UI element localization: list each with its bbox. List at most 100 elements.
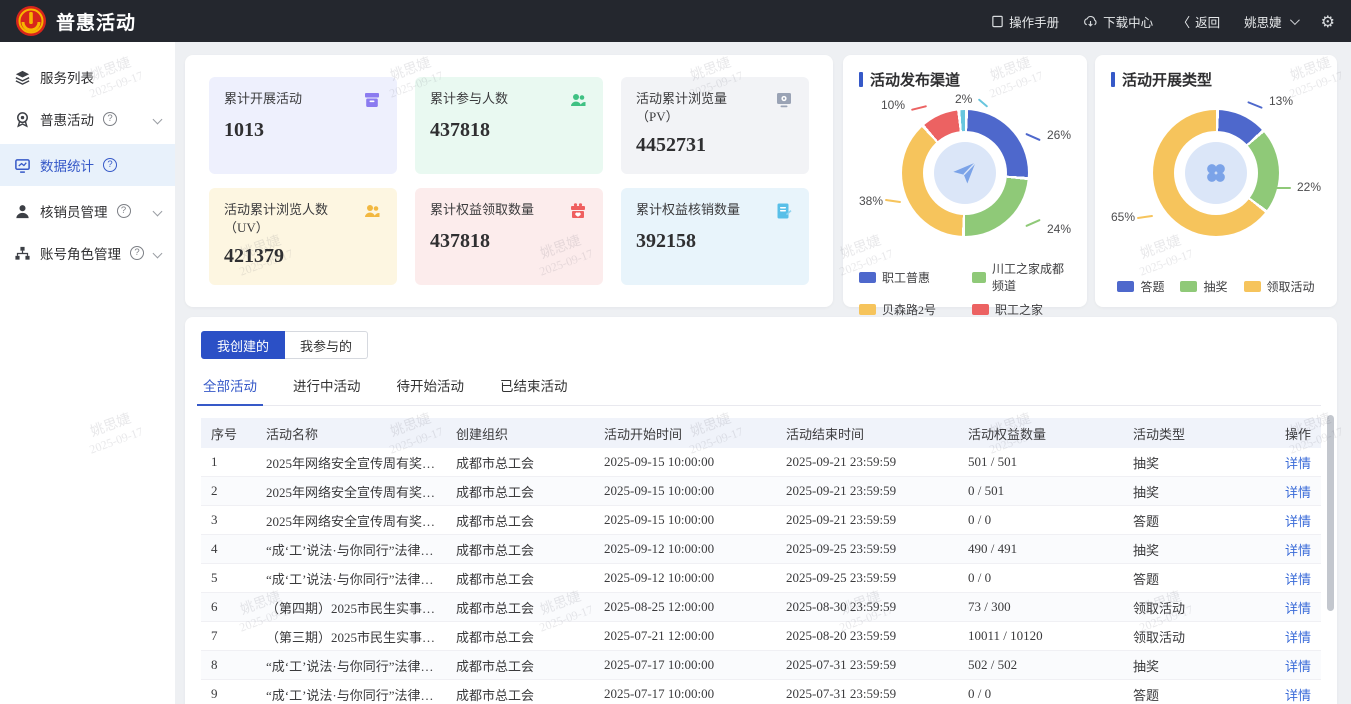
legend-item[interactable]: 职工普惠 [859, 260, 958, 294]
sidebar: 服务列表 普惠活动 ? 数据统计 ? 核销员管理 ? 账号角色管理 ? [0, 42, 175, 704]
cell-no: 4 [201, 541, 256, 557]
filter-tabs: 全部活动 进行中活动 待开始活动 已结束活动 [201, 375, 1321, 406]
document-icon [991, 15, 1004, 28]
sidebar-item-verifier-management[interactable]: 核销员管理 ? [0, 190, 175, 232]
pct-label: 2% [955, 92, 972, 106]
tab-participated[interactable]: 我参与的 [285, 331, 368, 359]
col-action: 操作 [1275, 424, 1321, 443]
cell-end: 2025-09-25 23:59:59 [776, 541, 958, 557]
detail-link[interactable]: 详情 [1285, 572, 1311, 587]
chart-panel-channels: 活动发布渠道 2% 10% 26% 24% 38% 职工普惠川工之家成都频道贝森… [843, 55, 1087, 307]
legend-item[interactable]: 答题 [1117, 278, 1164, 295]
detail-link[interactable]: 详情 [1285, 456, 1311, 471]
table-header: 序号 活动名称 创建组织 活动开始时间 活动结束时间 活动权益数量 活动类型 操… [201, 418, 1321, 448]
stat-total-pv: 活动累计浏览量（PV） 4452731 [621, 77, 809, 174]
table-row: 22025年网络安全宣传周有奖答题…成都市总工会2025-09-15 10:00… [201, 477, 1321, 506]
stat-value: 421379 [224, 245, 382, 268]
help-icon[interactable]: ? [130, 246, 144, 260]
cell-quota: 73 / 300 [958, 599, 1123, 615]
legend-label: 领取活动 [1267, 278, 1315, 295]
download-label: 下载中心 [1103, 12, 1153, 31]
settings-gear-icon[interactable]: ⚙ [1321, 12, 1335, 31]
col-start-time: 活动开始时间 [594, 424, 776, 443]
detail-link[interactable]: 详情 [1285, 514, 1311, 529]
table-row: 5“成‘工’说法·与你同行”法律知识…成都市总工会2025-09-12 10:0… [201, 564, 1321, 593]
username: 姚思婕 [1244, 12, 1282, 31]
table-row: 6（第四期）2025市民生实事向新…成都市总工会2025-08-25 12:00… [201, 593, 1321, 622]
download-center-button[interactable]: 下载中心 [1083, 12, 1153, 31]
cell-start: 2025-09-15 10:00:00 [594, 483, 776, 499]
cell-end: 2025-09-21 23:59:59 [776, 454, 958, 470]
help-icon[interactable]: ? [117, 204, 131, 218]
stat-total-uv: 活动累计浏览人数（UV） 421379 [209, 188, 397, 285]
table-body: 12025年网络安全宣传周有奖答题…成都市总工会2025-09-15 10:00… [201, 448, 1321, 704]
cell-no: 6 [201, 599, 256, 615]
cell-name: （第三期）2025市民生实事向新… [256, 627, 446, 646]
donut-chart-types: 13% 22% 65% [1111, 94, 1321, 252]
col-activity-name: 活动名称 [256, 424, 446, 443]
cell-type: 抽奖 [1123, 656, 1275, 675]
topbar: 普惠活动 操作手册 下载中心 〈 返回 姚思婕 ⚙ [0, 0, 1351, 42]
cell-org: 成都市总工会 [446, 569, 594, 588]
cell-type: 领取活动 [1123, 627, 1275, 646]
pct-label: 26% [1047, 128, 1071, 142]
legend-label: 职工之家 [995, 301, 1043, 318]
cell-org: 成都市总工会 [446, 511, 594, 530]
pct-label: 13% [1269, 94, 1293, 108]
stat-total-activities: 累计开展活动 1013 [209, 77, 397, 174]
legend-item[interactable]: 川工之家成都频道 [972, 260, 1071, 294]
detail-link[interactable]: 详情 [1285, 601, 1311, 616]
cell-type: 答题 [1123, 685, 1275, 704]
sidebar-item-account-role-management[interactable]: 账号角色管理 ? [0, 232, 175, 274]
cell-type: 答题 [1123, 511, 1275, 530]
cell-quota: 501 / 501 [958, 454, 1123, 470]
tab-ongoing-activities[interactable]: 进行中活动 [293, 375, 361, 405]
legend-item[interactable]: 抽奖 [1180, 278, 1227, 295]
legend-swatch [859, 304, 876, 315]
cell-org: 成都市总工会 [446, 540, 594, 559]
col-org: 创建组织 [446, 424, 594, 443]
table-row: 12025年网络安全宣传周有奖答题…成都市总工会2025-09-15 10:00… [201, 448, 1321, 477]
sidebar-item-service-list[interactable]: 服务列表 [0, 56, 175, 98]
help-icon[interactable]: ? [103, 158, 117, 172]
stat-total-redeemed: 累计权益核销数量 392158 [621, 188, 809, 285]
cell-name: 2025年网络安全宣传周有奖答题… [256, 511, 446, 530]
detail-link[interactable]: 详情 [1285, 659, 1311, 674]
legend-item[interactable]: 领取活动 [1244, 278, 1315, 295]
detail-link[interactable]: 详情 [1285, 485, 1311, 500]
cell-quota: 0 / 0 [958, 512, 1123, 528]
leader-line [1247, 101, 1263, 109]
legend-item[interactable]: 职工之家 [972, 301, 1071, 318]
scrollbar-thumb[interactable] [1327, 415, 1334, 611]
monitor-icon [774, 90, 794, 110]
tab-created-by-me[interactable]: 我创建的 [201, 331, 285, 359]
manual-button[interactable]: 操作手册 [991, 12, 1059, 31]
cell-type: 抽奖 [1123, 453, 1275, 472]
users-icon [362, 201, 382, 221]
sidebar-item-puhui-activity[interactable]: 普惠活动 ? [0, 98, 175, 140]
tab-upcoming-activities[interactable]: 待开始活动 [397, 375, 465, 405]
sidebar-item-data-statistics[interactable]: 数据统计 ? [0, 144, 175, 186]
back-button[interactable]: 〈 返回 [1177, 12, 1220, 31]
tab-all-activities[interactable]: 全部活动 [203, 375, 257, 405]
stats-panel: 累计开展活动 1013 累计参与人数 437818 活动累计浏览量（PV） 44… [185, 55, 833, 307]
detail-link[interactable]: 详情 [1285, 630, 1311, 645]
sidebar-item-label: 普惠活动 [40, 109, 94, 129]
gift-icon [568, 201, 588, 221]
legend-item[interactable]: 贝森路2号 [859, 301, 958, 318]
chevron-down-icon [153, 248, 163, 258]
cell-quota: 0 / 0 [958, 686, 1123, 702]
cell-end: 2025-09-25 23:59:59 [776, 570, 958, 586]
chevron-down-icon [1290, 15, 1300, 25]
help-icon[interactable]: ? [103, 112, 117, 126]
table-row: 9“成‘工’说法·与你同行”法律知识…成都市总工会2025-07-17 10:0… [201, 680, 1321, 704]
pct-label: 65% [1111, 210, 1135, 224]
user-menu[interactable]: 姚思婕 [1244, 12, 1297, 31]
legend-label: 川工之家成都频道 [992, 260, 1071, 294]
detail-link[interactable]: 详情 [1285, 543, 1311, 558]
detail-link[interactable]: 详情 [1285, 688, 1311, 703]
legend-label: 抽奖 [1203, 278, 1227, 295]
chart-title-text: 活动开展类型 [1122, 69, 1212, 90]
tab-ended-activities[interactable]: 已结束活动 [500, 375, 568, 405]
col-end-time: 活动结束时间 [776, 424, 958, 443]
